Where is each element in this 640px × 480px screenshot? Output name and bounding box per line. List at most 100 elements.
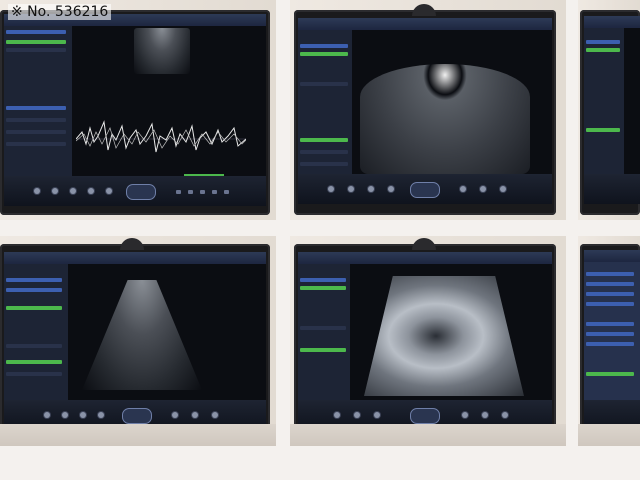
control-knob[interactable] (212, 412, 218, 418)
control-knob[interactable] (192, 412, 198, 418)
monitor-bezel (0, 238, 270, 440)
menu-item[interactable] (300, 150, 348, 154)
watermark-label: ※ No. 536216 (8, 4, 112, 20)
control-bar (298, 174, 552, 204)
control-knob[interactable] (80, 412, 86, 418)
menu-item[interactable] (6, 106, 66, 110)
photo-edge-bottom (578, 236, 640, 446)
menu-item-selected[interactable] (586, 128, 620, 132)
control-button[interactable] (212, 190, 217, 194)
monitor-bezel (294, 4, 556, 215)
control-knob[interactable] (328, 186, 334, 192)
photo-abdominal-image (290, 236, 566, 446)
menu-item[interactable] (6, 344, 62, 348)
menu-item[interactable] (586, 272, 634, 276)
control-knob[interactable] (106, 188, 112, 194)
menu-item[interactable] (6, 142, 66, 146)
control-knob[interactable] (354, 412, 360, 418)
doppler-waveform (76, 114, 246, 164)
control-knob[interactable] (44, 412, 50, 418)
table-surface (0, 424, 276, 446)
menu-sidebar (4, 264, 68, 400)
menu-item-selected[interactable] (6, 306, 62, 310)
screen-topbar (584, 16, 640, 28)
monitor-bezel (294, 238, 556, 440)
bmode-thumbnail (134, 28, 190, 74)
control-bar (4, 176, 266, 206)
menu-item-selected[interactable] (586, 48, 620, 52)
menu-item[interactable] (300, 278, 346, 282)
control-knob[interactable] (52, 188, 58, 194)
ultrasound-screen (298, 252, 552, 430)
ultrasound-screen (4, 14, 266, 206)
menu-item[interactable] (6, 372, 62, 376)
trackball-control[interactable] (122, 408, 152, 424)
menu-item-selected[interactable] (300, 52, 348, 56)
control-button[interactable] (188, 190, 193, 194)
control-knob[interactable] (500, 186, 506, 192)
control-knob[interactable] (460, 186, 466, 192)
control-knob[interactable] (348, 186, 354, 192)
menu-item[interactable] (586, 332, 634, 336)
menu-item[interactable] (6, 30, 66, 34)
menu-item-selected[interactable] (6, 360, 62, 364)
control-knob[interactable] (98, 412, 104, 418)
control-knob[interactable] (482, 412, 488, 418)
menu-item[interactable] (300, 82, 348, 86)
control-button[interactable] (200, 190, 205, 194)
menu-item[interactable] (300, 44, 348, 48)
control-knob[interactable] (480, 186, 486, 192)
ultrasound-screen (584, 250, 640, 430)
control-knob[interactable] (368, 186, 374, 192)
menu-item[interactable] (300, 326, 346, 330)
monitor-bezel (580, 244, 640, 440)
menu-item-selected[interactable] (300, 138, 348, 142)
menu-item[interactable] (300, 162, 348, 166)
menu-item-selected[interactable] (300, 348, 346, 352)
menu-item[interactable] (586, 302, 634, 306)
menu-item[interactable] (6, 130, 66, 134)
menu-item-selected[interactable] (586, 372, 634, 376)
monitor-bezel (0, 10, 270, 215)
table-surface (290, 424, 566, 446)
menu-item[interactable] (586, 292, 634, 296)
menu-item[interactable] (6, 118, 66, 122)
photo-edge-top (578, 0, 640, 220)
tissue-scan-image (364, 276, 524, 396)
control-knob[interactable] (62, 412, 68, 418)
ultrasound-screen (584, 16, 640, 204)
menu-item[interactable] (6, 278, 62, 282)
control-knob[interactable] (70, 188, 76, 194)
screen-topbar (4, 252, 266, 264)
control-knob[interactable] (88, 188, 94, 194)
control-button[interactable] (224, 190, 229, 194)
screen-topbar (298, 18, 552, 30)
trackball-control[interactable] (410, 408, 440, 424)
trackball-control[interactable] (126, 184, 156, 200)
menu-sidebar (298, 30, 352, 174)
control-knob[interactable] (374, 412, 380, 418)
control-knob[interactable] (334, 412, 340, 418)
menu-item[interactable] (586, 282, 634, 286)
menu-item[interactable] (6, 48, 66, 52)
control-knob[interactable] (172, 412, 178, 418)
ultrasound-screen (298, 18, 552, 204)
menu-item[interactable] (586, 342, 634, 346)
convex-scan-image (82, 280, 202, 390)
menu-item-selected[interactable] (6, 40, 66, 44)
menu-sidebar (4, 26, 72, 176)
control-button[interactable] (176, 190, 181, 194)
control-knob[interactable] (462, 412, 468, 418)
menu-sidebar (298, 264, 350, 400)
ultrasound-screen (4, 252, 266, 430)
menu-item-selected[interactable] (300, 286, 346, 290)
menu-item[interactable] (6, 288, 62, 292)
control-knob[interactable] (388, 186, 394, 192)
trackball-control[interactable] (410, 182, 440, 198)
menu-item[interactable] (586, 322, 634, 326)
photo-doppler-spectrum (0, 0, 276, 220)
menu-sidebar (584, 262, 640, 400)
control-knob[interactable] (34, 188, 40, 194)
menu-item[interactable] (586, 40, 620, 44)
control-knob[interactable] (502, 412, 508, 418)
